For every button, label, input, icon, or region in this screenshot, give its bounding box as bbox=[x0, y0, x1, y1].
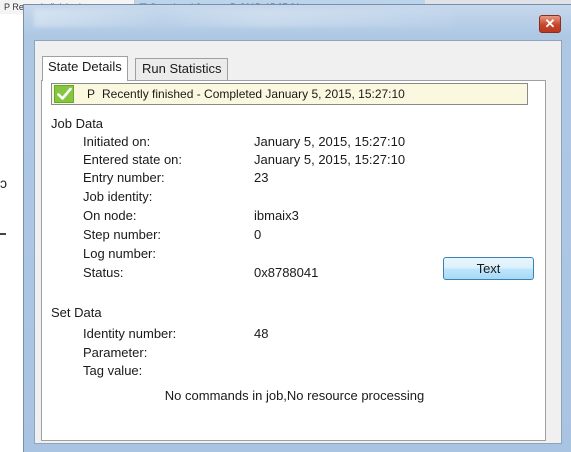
identity-number-value: 48 bbox=[254, 326, 269, 341]
background-edge-glyph: ɔ bbox=[0, 175, 7, 191]
entered-state-value: January 5, 2015, 15:27:10 bbox=[254, 152, 406, 167]
dialog-client-area: State Details Run Statistics P Recently … bbox=[34, 40, 562, 444]
check-icon bbox=[54, 85, 74, 103]
identity-number-label: Identity number: bbox=[83, 326, 177, 341]
tag-value-label: Tag value: bbox=[83, 363, 143, 378]
job-identity-label: Job identity: bbox=[83, 189, 153, 204]
entry-number-label: Entry number: bbox=[83, 170, 165, 185]
step-number-label: Step number: bbox=[83, 227, 162, 242]
status-label: Status: bbox=[83, 265, 124, 280]
initiated-on-label: Initiated on: bbox=[83, 134, 151, 149]
state-details-panel: P Recently finished - Completed January … bbox=[41, 80, 546, 441]
on-node-label: On node: bbox=[83, 208, 137, 223]
status-value: 0x8788041 bbox=[254, 265, 319, 280]
state-details-dialog: ✕ State Details Run Statistics P Recentl… bbox=[23, 4, 571, 452]
entered-state-label: Entered state on: bbox=[83, 152, 183, 167]
set-data-heading: Set Data bbox=[51, 305, 102, 320]
close-button[interactable]: ✕ bbox=[539, 15, 561, 33]
title-bar bbox=[34, 9, 454, 27]
background-edge-mark bbox=[0, 233, 6, 235]
status-banner: P Recently finished - Completed January … bbox=[51, 83, 528, 105]
on-node-value: ibmaix3 bbox=[254, 208, 299, 223]
tab-run-statistics[interactable]: Run Statistics bbox=[135, 58, 229, 80]
text-button[interactable]: Text bbox=[443, 257, 534, 280]
state-code: P bbox=[87, 87, 96, 101]
log-number-label: Log number: bbox=[83, 246, 156, 261]
initiated-on-value: January 5, 2015, 15:27:10 bbox=[254, 134, 406, 149]
parameter-label: Parameter: bbox=[83, 345, 148, 360]
processing-summary: No commands in job,No resource processin… bbox=[164, 388, 425, 403]
state-description: Recently finished - Completed January 5,… bbox=[102, 87, 405, 101]
entry-number-value: 23 bbox=[254, 170, 269, 185]
job-data-heading: Job Data bbox=[51, 116, 104, 131]
step-number-value: 0 bbox=[254, 227, 262, 242]
tab-state-details[interactable]: State Details bbox=[42, 56, 128, 81]
